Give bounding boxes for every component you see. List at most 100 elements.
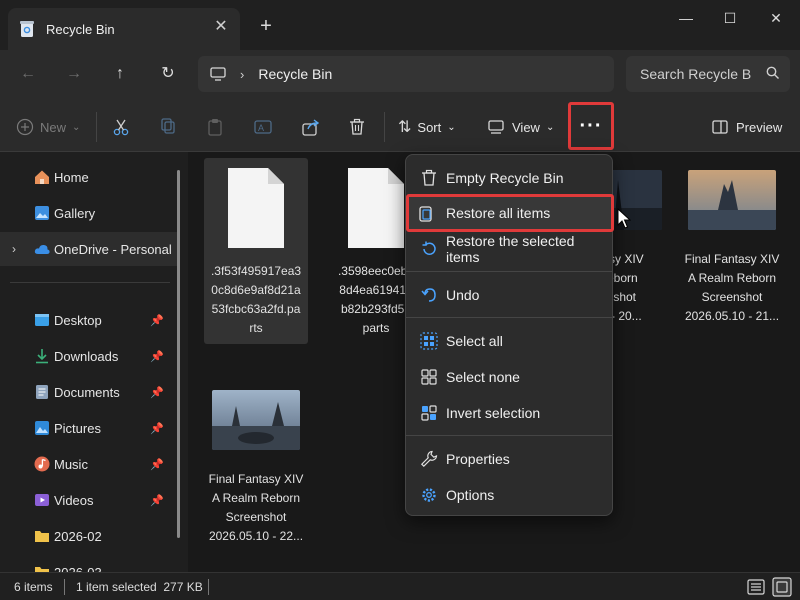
sort-label: Sort	[417, 119, 442, 135]
menu-item-invert-selection[interactable]: Invert selection	[410, 397, 610, 429]
menu-item-select-all[interactable]: Select all	[410, 325, 610, 357]
status-divider	[208, 579, 209, 595]
chevron-down-icon: ⌄	[447, 121, 456, 133]
tiles-view-icon[interactable]	[772, 577, 792, 597]
select-none-icon	[421, 369, 437, 385]
menu-divider	[406, 435, 612, 436]
up-arrow-icon[interactable]: ↑	[108, 62, 132, 86]
tab-title: Recycle Bin	[46, 21, 115, 37]
sidebar-item-music[interactable]: Music 📌	[0, 447, 178, 481]
new-tab-button[interactable]: +	[256, 16, 276, 36]
trash-icon	[350, 118, 364, 135]
toolbar-divider	[96, 112, 97, 142]
selection-info: 1 item selected 277 KB	[76, 580, 203, 594]
rename-icon: A	[254, 120, 272, 134]
music-icon	[34, 456, 50, 472]
menu-item-restore-all[interactable]: Restore all items	[406, 194, 614, 232]
svg-text:A: A	[258, 123, 264, 133]
menu-item-properties[interactable]: Properties	[410, 443, 610, 475]
view-button[interactable]: View ⌄	[488, 114, 554, 140]
sidebar-scrollbar[interactable]	[177, 170, 180, 538]
cloud-icon	[34, 244, 50, 254]
restore-all-icon	[419, 206, 432, 222]
chevron-right-icon[interactable]: ›	[12, 242, 16, 256]
paste-button[interactable]	[206, 114, 224, 140]
preview-button[interactable]: Preview	[712, 114, 782, 140]
sidebar-item-desktop[interactable]: Desktop 📌	[0, 303, 178, 337]
file-item[interactable]: Final Fantasy XIV A Realm Reborn Screens…	[680, 160, 784, 346]
blank-document-icon	[228, 168, 284, 248]
item-count: 6 items	[14, 580, 53, 594]
sidebar-item-documents[interactable]: Documents 📌	[0, 375, 178, 409]
invert-selection-icon	[421, 405, 437, 421]
menu-item-options[interactable]: Options	[410, 479, 610, 511]
view-label: View	[512, 119, 540, 135]
sidebar-divider	[10, 282, 170, 283]
restore-icon	[422, 241, 436, 255]
pin-icon[interactable]: 📌	[150, 314, 164, 327]
maximize-button[interactable]: ☐	[720, 8, 740, 28]
status-bar: 6 items 1 item selected 277 KB	[0, 572, 800, 600]
pin-icon[interactable]: 📌	[150, 458, 164, 471]
sidebar-item-videos[interactable]: Videos 📌	[0, 483, 178, 517]
copy-icon	[161, 118, 175, 134]
address-row: ← → ↑ ↻ › Recycle Bin	[0, 50, 800, 100]
sidebar-item-downloads[interactable]: Downloads 📌	[0, 339, 178, 373]
menu-item-select-none[interactable]: Select none	[410, 361, 610, 393]
sort-button[interactable]: ⇅ Sort ⌄	[398, 114, 456, 140]
tab-recycle-bin[interactable]: Recycle Bin ✕	[8, 8, 240, 50]
new-button[interactable]: New ⌄	[16, 114, 80, 140]
copy-button[interactable]	[160, 114, 178, 140]
sidebar-item-onedrive[interactable]: › OneDrive - Personal	[0, 232, 178, 266]
rename-button[interactable]: A	[254, 114, 272, 140]
sidebar-item-home[interactable]: Home	[0, 160, 178, 194]
share-icon	[302, 119, 320, 136]
details-view-icon[interactable]	[746, 577, 766, 597]
navigation-pane: Home Gallery › OneDrive - Personal Deskt…	[0, 152, 188, 572]
blank-document-icon	[348, 168, 404, 248]
sidebar-item-gallery[interactable]: Gallery	[0, 196, 178, 230]
pin-icon[interactable]: 📌	[150, 350, 164, 363]
command-bar: New ⌄ A ⇅ Sort ⌄ View ⌄ Preview	[0, 100, 800, 152]
menu-item-undo[interactable]: Undo	[410, 279, 610, 311]
plus-circle-icon	[16, 118, 34, 136]
menu-divider	[406, 317, 612, 318]
breadcrumb-recycle-bin[interactable]: Recycle Bin	[258, 66, 332, 82]
share-button[interactable]	[302, 114, 320, 140]
address-bar[interactable]: › Recycle Bin	[198, 56, 614, 92]
pictures-icon	[35, 421, 49, 435]
view-icon	[488, 120, 504, 134]
search-icon	[766, 66, 779, 79]
pin-icon[interactable]: 📌	[150, 422, 164, 435]
home-icon	[35, 170, 49, 184]
pin-icon[interactable]: 📌	[150, 494, 164, 507]
search-input[interactable]	[640, 66, 752, 82]
sort-icon: ⇅	[398, 119, 412, 136]
status-divider	[64, 579, 65, 595]
delete-button[interactable]	[348, 114, 366, 140]
see-more-button[interactable]: ···	[568, 102, 614, 150]
folder-icon	[35, 567, 49, 572]
back-arrow-icon[interactable]: ←	[16, 62, 40, 86]
preview-label: Preview	[736, 119, 783, 135]
tab-close-icon[interactable]: ✕	[212, 18, 230, 36]
scissors-icon	[113, 119, 129, 136]
minimize-button[interactable]: —	[676, 8, 696, 28]
sidebar-item-folder-2026-02[interactable]: 2026-02	[0, 519, 178, 553]
sidebar-item-folder-2026-03[interactable]: 2026-03	[0, 555, 178, 572]
refresh-icon[interactable]: ↻	[156, 62, 180, 86]
pin-icon[interactable]: 📌	[150, 386, 164, 399]
gear-icon	[422, 488, 436, 502]
sidebar-item-pictures[interactable]: Pictures 📌	[0, 411, 178, 445]
desktop-icon	[35, 314, 49, 326]
menu-item-empty-recycle-bin[interactable]: Empty Recycle Bin	[410, 162, 610, 194]
forward-arrow-icon[interactable]: →	[62, 62, 86, 86]
close-button[interactable]: ✕	[766, 8, 786, 28]
trash-icon	[422, 169, 436, 186]
cut-button[interactable]	[112, 114, 130, 140]
file-item[interactable]: .3f53f495917ea3 0c8d6e9af8d21a 53fcbc63a…	[204, 158, 308, 344]
file-item[interactable]: Final Fantasy XIV A Realm Reborn Screens…	[204, 380, 308, 543]
title-bar: Recycle Bin ✕ + — ☐ ✕	[0, 0, 800, 50]
menu-item-restore-selected[interactable]: Restore the selected items	[410, 233, 610, 265]
search-box[interactable]	[626, 56, 790, 92]
